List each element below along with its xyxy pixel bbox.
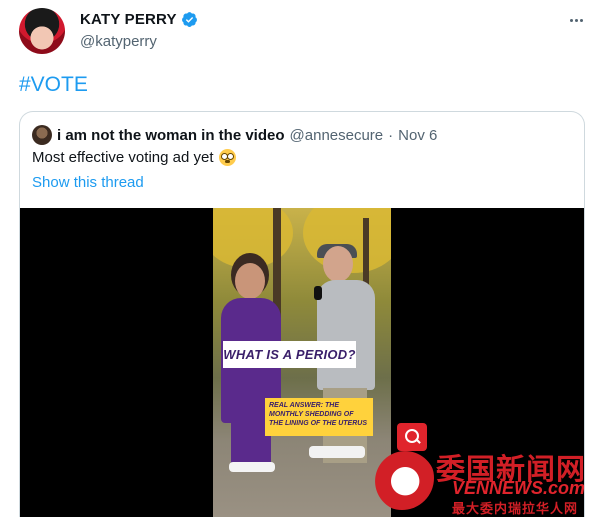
verified-badge-icon: [181, 12, 197, 27]
video-caption-question: WHAT IS A PERIOD?: [223, 341, 356, 368]
show-thread-link[interactable]: Show this thread: [32, 174, 144, 191]
watermark-logo-icon: [370, 446, 434, 510]
author-handle[interactable]: @katyperry: [80, 33, 157, 50]
quoted-tweet-text: Most effective voting ad yet: [32, 149, 236, 166]
watermark-domain: VENNEWS.com: [452, 478, 585, 498]
quoted-tweet-body: Most effective voting ad yet: [32, 149, 214, 166]
author-name-row[interactable]: KATY PERRY: [80, 11, 198, 28]
man-figure-body: [317, 280, 375, 390]
quoted-tweet-date[interactable]: Nov 6: [398, 127, 437, 144]
dot-separator: ·: [388, 126, 394, 144]
author-display-name[interactable]: KATY PERRY: [80, 11, 177, 28]
microphone-icon: [314, 286, 322, 300]
quoted-tweet-header: i am not the woman in the video @annesec…: [32, 125, 437, 145]
video-caption-answer: REAL ANSWER: THE MONTHLY SHEDDING OF THE…: [265, 398, 373, 436]
video-frame: WHAT IS A PERIOD? REAL ANSWER: THE MONTH…: [213, 208, 391, 517]
author-avatar[interactable]: [19, 8, 65, 54]
quoted-author-handle[interactable]: @annesecure: [290, 127, 384, 144]
flushed-face-emoji-icon: [218, 149, 236, 166]
man-figure-head: [323, 246, 353, 282]
quoted-author-display-name[interactable]: i am not the woman in the video: [57, 127, 285, 144]
tweet-hashtag-link[interactable]: #VOTE: [19, 73, 88, 97]
quoted-author-avatar[interactable]: [32, 125, 52, 145]
more-options-icon[interactable]: [565, 11, 587, 29]
watermark-slogan: 最大委内瑞拉华人网: [452, 502, 579, 517]
video-player[interactable]: WHAT IS A PERIOD? REAL ANSWER: THE MONTH…: [20, 208, 584, 517]
quoted-tweet-card[interactable]: i am not the woman in the video @annesec…: [19, 111, 585, 517]
woman-figure-head: [235, 263, 265, 299]
